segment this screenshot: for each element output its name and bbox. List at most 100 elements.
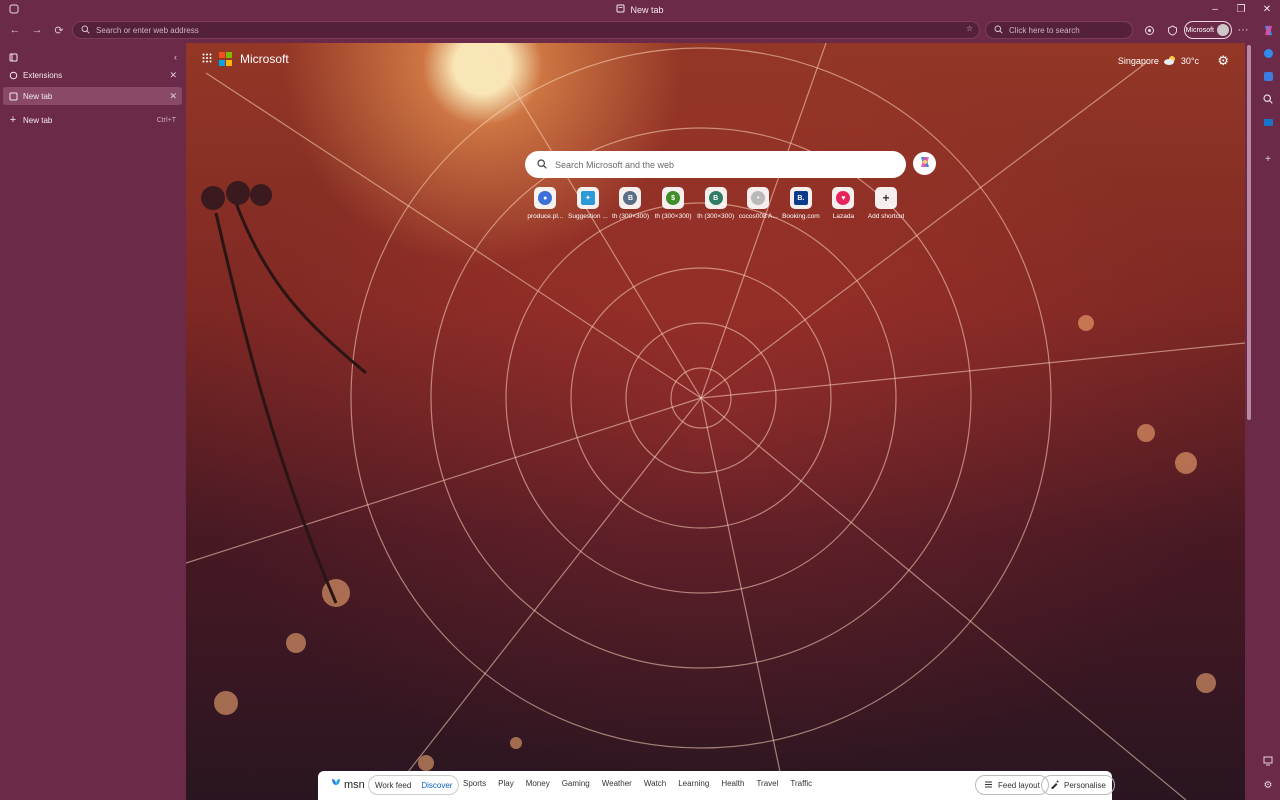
feed-layout-label: Feed layout: [998, 780, 1040, 790]
workspaces-icon[interactable]: [8, 3, 20, 15]
window-title-text: New tab: [630, 4, 664, 15]
tab-discover[interactable]: Discover: [421, 781, 452, 790]
category-money[interactable]: Money: [526, 779, 550, 788]
quick-link[interactable]: $ th (300×300): [652, 187, 695, 220]
quick-link-tile: B.: [789, 187, 812, 209]
feed-mode-toggle: Work feed Discover: [368, 775, 460, 795]
profile-button[interactable]: Microsoft: [1184, 21, 1232, 39]
scrollbar-thumb[interactable]: [1247, 45, 1251, 420]
toolbar-search-box[interactable]: Click here to search: [985, 21, 1133, 39]
quick-link-label: th (300×300): [611, 213, 649, 220]
add-shortcut-button[interactable]: + Add shortcut: [865, 187, 908, 220]
search-icon[interactable]: [1260, 91, 1276, 107]
category-learning[interactable]: Learning: [678, 779, 709, 788]
apps-grid-icon[interactable]: [202, 52, 212, 66]
edge-sidebar: + ⚙: [1256, 19, 1280, 800]
quick-link[interactable]: B th (300×300): [694, 187, 737, 220]
window-controls: – ❐ ✕: [1202, 0, 1280, 19]
quick-link[interactable]: ● produce.pl...: [524, 187, 567, 220]
translator-icon[interactable]: [1260, 68, 1276, 84]
plus-icon: +: [882, 191, 890, 205]
page-settings-gear-icon[interactable]: ⚙: [1217, 53, 1229, 69]
avatar: [1217, 24, 1229, 36]
add-sidebar-app-icon[interactable]: +: [1260, 151, 1276, 167]
copilot-button[interactable]: [913, 152, 936, 175]
category-gaming[interactable]: Gaming: [562, 779, 590, 788]
search-icon: [994, 25, 1003, 36]
feed-layout-button[interactable]: Feed layout: [975, 775, 1049, 795]
layout-icon: [984, 780, 993, 791]
close-tab-icon[interactable]: ✕: [169, 91, 177, 102]
quick-links: ● produce.pl... ✦ Suggestion ... B th (3…: [524, 187, 907, 220]
msn-feed-bar: msn Work feed Discover Sports Play Money…: [318, 771, 1115, 800]
quick-link-label: cocos008 A...: [738, 213, 778, 220]
favorite-star-icon[interactable]: ☆: [966, 24, 973, 33]
close-window-button[interactable]: ✕: [1254, 0, 1280, 19]
extensions-tab-icon: [8, 70, 18, 80]
sidebar-header: ‹: [3, 48, 182, 66]
category-sports[interactable]: Sports: [463, 779, 486, 788]
personalise-button[interactable]: Personalise: [1041, 775, 1115, 795]
refresh-button[interactable]: ⟳: [48, 19, 70, 41]
weather-widget[interactable]: Singapore 30°c: [1118, 55, 1199, 67]
tab-extensions[interactable]: Extensions ✕: [3, 66, 182, 84]
booking-icon: B.: [793, 191, 808, 205]
address-bar[interactable]: Search or enter web address ☆: [72, 21, 980, 39]
category-health[interactable]: Health: [721, 779, 744, 788]
search-icon: [537, 158, 547, 171]
quick-link-label: th (300×300): [654, 213, 692, 220]
quick-link[interactable]: • cocos008 A...: [737, 187, 780, 220]
tab-actions-icon[interactable]: [8, 52, 18, 62]
minimize-button[interactable]: –: [1202, 0, 1228, 19]
category-travel[interactable]: Travel: [756, 779, 778, 788]
maximize-button[interactable]: ❐: [1228, 0, 1254, 19]
web-search-input[interactable]: Search Microsoft and the web: [525, 151, 906, 178]
new-tab-button[interactable]: + New tab Ctrl+T: [3, 111, 182, 129]
quick-link[interactable]: ♥ Lazada: [822, 187, 865, 220]
quick-link[interactable]: B. Booking.com: [780, 187, 823, 220]
quick-link-label: Suggestion ...: [568, 213, 608, 220]
quick-link-label: Lazada: [832, 213, 855, 220]
quick-link-tile: B: [704, 187, 727, 209]
back-button[interactable]: ←: [4, 19, 26, 41]
quick-link-tile: ✦: [576, 187, 599, 209]
tab-new-tab[interactable]: New tab ✕: [3, 87, 182, 105]
quick-link-tile: •: [747, 187, 770, 209]
category-watch[interactable]: Watch: [644, 779, 666, 788]
collapse-panel-icon[interactable]: ‹: [174, 52, 177, 62]
new-tab-label: New tab: [23, 115, 53, 125]
tab-work-feed[interactable]: Work feed: [375, 781, 411, 790]
quick-link-label: Booking.com: [782, 213, 820, 220]
globe-icon: ●: [538, 191, 553, 205]
shopping-icon[interactable]: [1260, 45, 1276, 61]
vertical-tabs-panel: ‹ Extensions ✕ New tab ✕ + New tab Ctrl+…: [0, 44, 184, 800]
copilot-icon[interactable]: [1260, 22, 1276, 38]
more-options-icon[interactable]: ···: [1235, 22, 1251, 38]
outlook-icon[interactable]: [1260, 114, 1276, 130]
window-title: New tab: [616, 4, 664, 15]
close-tab-icon[interactable]: ✕: [169, 70, 177, 81]
quick-link-tile: ●: [534, 187, 557, 209]
new-tab-page-icon: [8, 91, 18, 101]
toolbar-search-placeholder: Click here to search: [1009, 25, 1080, 35]
forward-button[interactable]: →: [26, 19, 48, 41]
weather-temp: 30°c: [1180, 56, 1199, 66]
copilot-icon: [918, 155, 932, 172]
sidebar-settings-gear-icon[interactable]: ⚙: [1260, 777, 1276, 793]
new-tab-page: Microsoft Singapore 30°c ⚙ Search Micros…: [186, 43, 1245, 800]
personalise-label: Personalise: [1064, 780, 1106, 790]
category-weather[interactable]: Weather: [602, 779, 632, 788]
quick-link[interactable]: B th (300×300): [609, 187, 652, 220]
letter-b-icon: B: [623, 191, 638, 205]
extensions-icon[interactable]: [1141, 22, 1157, 38]
hide-sidebar-icon[interactable]: [1260, 753, 1276, 769]
cloud-sun-icon: [1163, 55, 1177, 67]
browser-essentials-icon[interactable]: [1164, 22, 1180, 38]
category-play[interactable]: Play: [498, 779, 514, 788]
msn-logo[interactable]: msn: [330, 777, 365, 792]
quick-link-tile: ♥: [832, 187, 855, 209]
category-traffic[interactable]: Traffic: [790, 779, 812, 788]
microsoft-logo-icon: [219, 52, 233, 66]
quick-link[interactable]: ✦ Suggestion ...: [567, 187, 610, 220]
page-scrollbar[interactable]: [1246, 43, 1252, 800]
